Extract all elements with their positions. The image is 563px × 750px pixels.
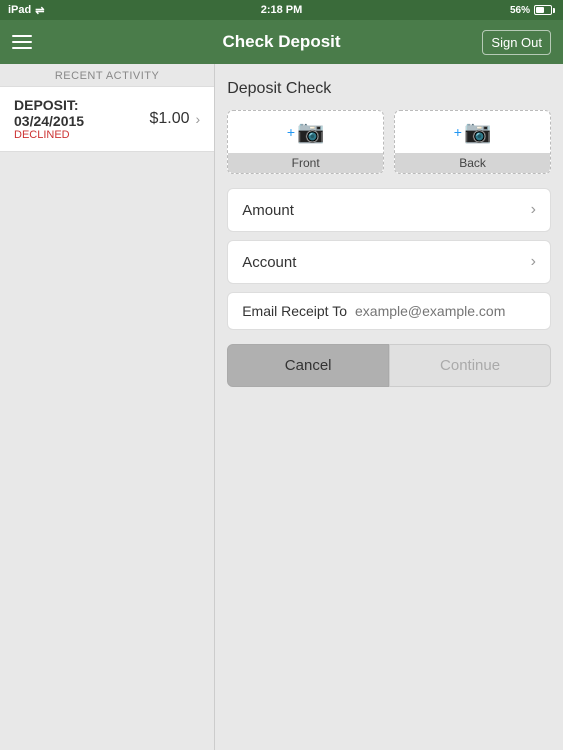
battery-pct-label: 56% <box>510 5 530 16</box>
nav-title: Check Deposit <box>222 32 340 52</box>
status-time: 2:18 PM <box>261 4 303 16</box>
right-panel: Deposit Check + 📷 Front + 📷 Back <box>215 64 563 750</box>
account-chevron-icon: › <box>531 253 536 271</box>
front-camera-box[interactable]: + 📷 Front <box>227 110 384 174</box>
email-input[interactable] <box>355 303 536 319</box>
nav-bar: Check Deposit Sign Out <box>0 20 563 64</box>
status-left: iPad ⇌ <box>8 4 44 17</box>
deposit-info: DEPOSIT: 03/24/2015 DECLINED <box>14 97 149 141</box>
back-plus-icon: + <box>454 124 462 140</box>
camera-row: + 📷 Front + 📷 Back <box>227 110 551 174</box>
deposit-text: DEPOSIT: <box>14 97 79 113</box>
recent-activity-header: RECENT ACTIVITY <box>0 64 214 86</box>
battery-icon <box>534 5 555 15</box>
deposit-amount: $1.00 <box>149 110 189 128</box>
account-field[interactable]: Account › <box>227 240 551 284</box>
deposit-label: DEPOSIT: 03/24/2015 <box>14 97 149 129</box>
deposit-check-title: Deposit Check <box>227 80 551 98</box>
deposit-item[interactable]: DEPOSIT: 03/24/2015 DECLINED $1.00 › <box>0 86 214 152</box>
amount-field[interactable]: Amount › <box>227 188 551 232</box>
front-camera-icon: 📷 <box>297 119 324 145</box>
status-bar: iPad ⇌ 2:18 PM 56% <box>0 0 563 20</box>
amount-chevron-icon: › <box>531 201 536 219</box>
main-layout: RECENT ACTIVITY DEPOSIT: 03/24/2015 DECL… <box>0 64 563 750</box>
sign-out-button[interactable]: Sign Out <box>482 30 551 55</box>
account-label: Account <box>242 254 296 271</box>
left-panel: RECENT ACTIVITY DEPOSIT: 03/24/2015 DECL… <box>0 64 215 750</box>
carrier-label: iPad <box>8 4 31 16</box>
deposit-date: 03/24/2015 <box>14 113 84 129</box>
front-camera-area: + 📷 <box>228 111 383 153</box>
back-camera-icon: 📷 <box>464 119 491 145</box>
button-row: Cancel Continue <box>227 344 551 387</box>
amount-label: Amount <box>242 202 294 219</box>
front-label: Front <box>228 153 383 173</box>
email-label: Email Receipt To <box>242 303 347 319</box>
email-row: Email Receipt To <box>227 292 551 330</box>
menu-button[interactable] <box>12 35 32 49</box>
back-camera-area: + 📷 <box>395 111 550 153</box>
front-plus-icon: + <box>287 124 295 140</box>
cancel-button[interactable]: Cancel <box>227 344 389 387</box>
status-right: 56% <box>510 5 555 16</box>
wifi-icon: ⇌ <box>35 4 44 17</box>
deposit-chevron-icon: › <box>196 111 201 127</box>
back-camera-box[interactable]: + 📷 Back <box>394 110 551 174</box>
back-label: Back <box>395 153 550 173</box>
continue-button[interactable]: Continue <box>389 344 551 387</box>
deposit-right: $1.00 › <box>149 110 200 128</box>
deposit-status: DECLINED <box>14 129 149 141</box>
